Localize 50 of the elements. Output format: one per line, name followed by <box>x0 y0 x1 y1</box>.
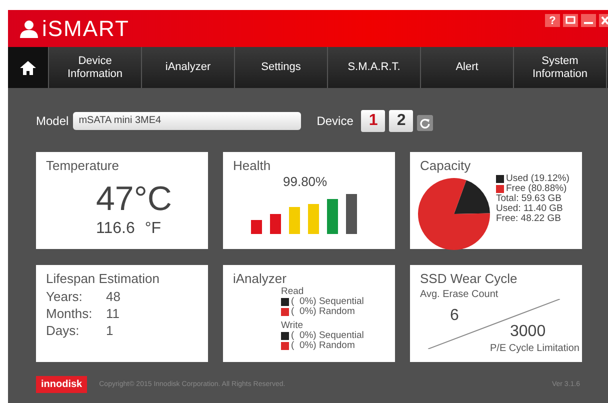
card-title: Temperature <box>46 158 120 173</box>
lifespan-label: Days: <box>46 323 80 338</box>
lifespan-value: 48 <box>106 289 122 304</box>
legend-label: ( 0%) Sequential <box>291 297 364 307</box>
erase-count-value: 6 <box>450 307 459 325</box>
erase-count-label: Avg. Erase Count <box>420 289 500 300</box>
card-title: Lifespan Estimation <box>46 271 160 286</box>
legend-label: Used (19.12%) <box>506 174 570 184</box>
home-tab[interactable] <box>8 47 49 88</box>
group-heading: Write <box>281 321 304 331</box>
lifespan-value: 11 <box>106 306 120 321</box>
nav-tab[interactable]: iAnalyzer <box>142 47 235 88</box>
brand-logo: innodisk <box>36 376 88 393</box>
card-title: iAnalyzer <box>233 271 288 286</box>
device-button[interactable]: 1 <box>361 110 386 132</box>
nav-tab[interactable]: Device Information <box>49 47 142 88</box>
nav-tab[interactable]: Settings <box>235 47 328 88</box>
user-icon <box>20 20 38 38</box>
health-value: 99.80% <box>283 174 328 189</box>
nav-tab[interactable]: System Information <box>514 47 607 88</box>
app-title: iSMART <box>42 16 130 42</box>
device-button[interactable]: 2 <box>389 110 414 132</box>
fahrenheit-value: 116.6 <box>96 220 135 238</box>
device-label: Device <box>316 114 354 128</box>
lifespan-label: Years: <box>46 289 84 304</box>
legend-label: ( 0%) Sequential <box>291 331 364 341</box>
card-title: SSD Wear Cycle <box>420 271 518 286</box>
legend-label: ( 0%) Random <box>291 341 355 351</box>
card-title: Capacity <box>420 158 472 173</box>
lifespan-label: Months: <box>46 306 94 321</box>
capacity-detail: Used: 11.40 GB <box>496 204 564 214</box>
legend-label: Free (80.88%) <box>506 184 567 194</box>
card-title: Health <box>233 158 272 173</box>
window-icon[interactable] <box>563 14 578 27</box>
group-heading: Read <box>281 287 305 297</box>
nav-tab[interactable]: Alert <box>421 47 514 88</box>
fahrenheit-unit: °F <box>144 220 162 238</box>
refresh-icon[interactable] <box>417 115 434 131</box>
capacity-detail: Free: 48.22 GB <box>496 214 562 224</box>
model-field[interactable]: mSATA mini 3ME4 <box>72 112 301 130</box>
legend-label: ( 0%) Random <box>291 307 355 317</box>
model-label: Model <box>36 114 69 128</box>
lifespan-value: 1 <box>106 323 114 338</box>
nav-tab[interactable]: S.M.A.R.T. <box>328 47 421 88</box>
cycle-limit-label: P/E Cycle Limitation <box>490 343 580 354</box>
close-icon[interactable] <box>599 14 608 27</box>
home-icon <box>20 60 36 74</box>
cycle-limit-value: 3000 <box>510 323 546 341</box>
capacity-detail: Total: 59.63 GB <box>496 194 562 204</box>
celsius-value: 47°C <box>96 180 172 219</box>
